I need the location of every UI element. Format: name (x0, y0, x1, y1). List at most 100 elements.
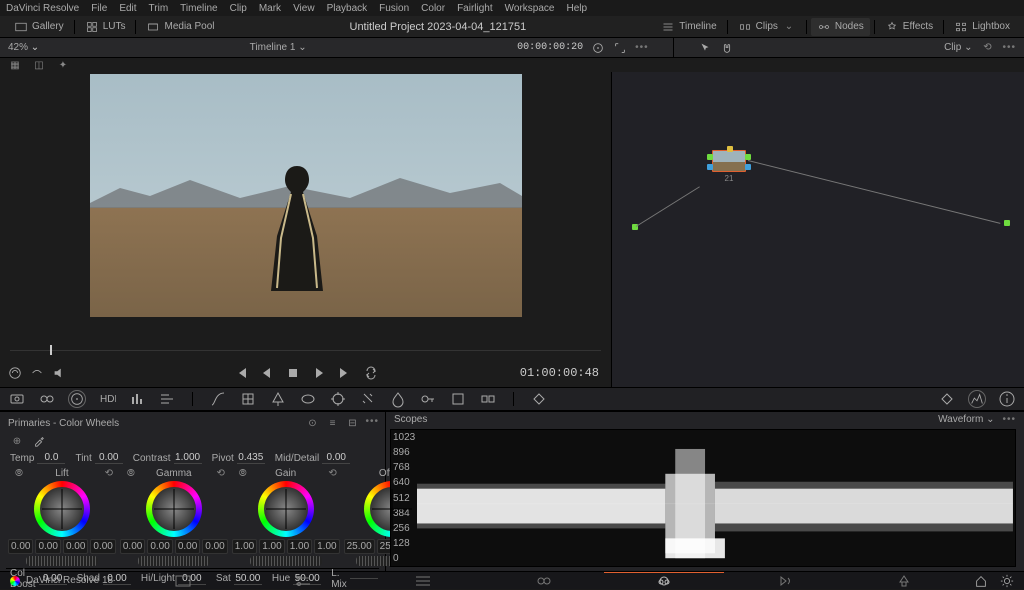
menu-item[interactable]: Workspace (505, 3, 555, 14)
node-output[interactable] (1004, 220, 1010, 226)
playhead-timecode[interactable]: 01:00:00:48 (520, 366, 599, 380)
gallery-button[interactable]: Gallery (8, 18, 70, 36)
timeline-name-dropdown[interactable]: Timeline 1 ⌄ (250, 42, 307, 53)
scopes-panel-icon[interactable] (968, 390, 986, 408)
key-icon[interactable] (419, 390, 437, 408)
pivot-value[interactable]: 0.435 (237, 452, 265, 464)
lift-values[interactable]: 0.000.000.000.00 (8, 539, 116, 554)
clips-button[interactable]: Clips ⌄ (732, 18, 802, 36)
timeline-button[interactable]: Timeline (655, 18, 722, 36)
rgb-mixer-icon[interactable] (128, 390, 146, 408)
zoom-dropdown[interactable]: 42% ⌄ (8, 42, 39, 53)
fusion-page-tab[interactable] (483, 572, 603, 589)
play-button[interactable] (311, 365, 327, 381)
keyframes-icon[interactable] (530, 390, 548, 408)
menu-item[interactable]: Fairlight (457, 3, 493, 14)
next-clip-button[interactable] (337, 365, 353, 381)
sizing-icon[interactable] (449, 390, 467, 408)
reset-icon[interactable]: ⟲ (980, 41, 994, 55)
bypass-icon[interactable] (8, 366, 22, 380)
color-match-icon[interactable] (38, 390, 56, 408)
menu-item[interactable]: DaVinci Resolve (6, 3, 79, 14)
temp-value[interactable]: 0.0 (37, 452, 65, 464)
curves-icon[interactable] (209, 390, 227, 408)
bars-mode-icon[interactable]: ≡ (325, 416, 339, 430)
home-icon[interactable] (974, 574, 988, 588)
node-thumbnail[interactable] (712, 150, 746, 172)
wheels-mode-icon[interactable]: ⊙ (305, 416, 319, 430)
menu-item[interactable]: Playback (327, 3, 368, 14)
menu-item[interactable]: Timeline (180, 3, 217, 14)
blur-icon[interactable] (389, 390, 407, 408)
gain-jog[interactable] (250, 556, 322, 566)
viewer-options-icon[interactable]: ••• (635, 42, 649, 53)
node-in-dot-alpha[interactable] (707, 164, 713, 170)
picker-icon[interactable]: ⦾ (236, 467, 250, 481)
info-icon[interactable] (998, 390, 1016, 408)
fairlight-page-tab[interactable] (724, 572, 844, 589)
reset-icon[interactable]: ⟲ (326, 467, 340, 481)
node-key-dot[interactable] (727, 146, 733, 152)
menu-item[interactable]: Edit (119, 3, 136, 14)
menu-item[interactable]: Color (421, 3, 445, 14)
picker-icon[interactable] (32, 434, 46, 448)
header-timecode[interactable]: 00:00:00:20 (517, 42, 583, 53)
qualifier-icon[interactable] (269, 390, 287, 408)
primaries-options-icon[interactable]: ••• (365, 416, 379, 430)
magic-mask-icon[interactable] (359, 390, 377, 408)
nodes-button[interactable]: Nodes (811, 18, 870, 36)
lightbox-button[interactable]: Lightbox (948, 18, 1016, 36)
node-in-dot[interactable] (707, 154, 713, 160)
warper-icon[interactable] (239, 390, 257, 408)
gain-values[interactable]: 1.001.001.001.00 (232, 539, 340, 554)
motion-effects-icon[interactable] (158, 390, 176, 408)
gain-color-wheel[interactable] (258, 481, 314, 537)
viewer-scrubber[interactable] (0, 341, 611, 359)
lift-jog[interactable] (26, 556, 98, 566)
keyframe-panel-icon[interactable] (938, 390, 956, 408)
stop-button[interactable] (285, 365, 301, 381)
media-page-tab[interactable] (123, 572, 243, 589)
mediapool-button[interactable]: Media Pool (140, 18, 220, 36)
loop-button[interactable] (363, 365, 379, 381)
mute-icon[interactable] (52, 366, 66, 380)
reset-icon[interactable]: ⟲ (214, 467, 228, 481)
settings-icon[interactable] (1000, 574, 1014, 588)
menu-item[interactable]: Fusion (379, 3, 409, 14)
unmix-icon[interactable] (30, 366, 44, 380)
nodes-options-icon[interactable]: ••• (1002, 42, 1016, 53)
tint-value[interactable]: 0.00 (95, 452, 123, 464)
color-page-tab[interactable] (604, 572, 724, 589)
gamma-values[interactable]: 0.000.000.000.00 (120, 539, 228, 554)
highlight-icon[interactable]: ✦ (56, 58, 70, 72)
camera-raw-icon[interactable] (8, 390, 26, 408)
lift-color-wheel[interactable] (34, 481, 90, 537)
picker-icon[interactable]: ⦾ (124, 467, 138, 481)
reverse-button[interactable] (259, 365, 275, 381)
picker-icon[interactable]: ⦾ (12, 467, 26, 481)
scope-display[interactable]: 10238967686405123842561280 (390, 429, 1016, 567)
edit-page-tab[interactable] (363, 572, 483, 589)
luts-button[interactable]: LUTs (79, 18, 132, 36)
stereo-icon[interactable] (479, 390, 497, 408)
reset-icon[interactable]: ⟲ (102, 467, 116, 481)
color-wheels-icon[interactable] (68, 390, 86, 408)
window-icon[interactable] (299, 390, 317, 408)
viewer-canvas[interactable] (0, 72, 611, 341)
effects-button[interactable]: Effects (879, 18, 939, 36)
hand-icon[interactable] (720, 41, 734, 55)
menu-item[interactable]: Help (566, 3, 587, 14)
scope-mode-dropdown[interactable]: Waveform ⌄ (938, 414, 994, 425)
expand-icon[interactable] (613, 41, 627, 55)
tracking-icon[interactable] (329, 390, 347, 408)
menu-item[interactable]: File (91, 3, 107, 14)
split-icon[interactable]: ◫ (32, 58, 46, 72)
middetail-value[interactable]: 0.00 (322, 452, 350, 464)
contrast-value[interactable]: 1.000 (174, 452, 202, 464)
scopes-options-icon[interactable]: ••• (1002, 414, 1016, 425)
menu-item[interactable]: Clip (230, 3, 247, 14)
gamma-color-wheel[interactable] (146, 481, 202, 537)
menu-item[interactable]: View (293, 3, 315, 14)
image-wipe-icon[interactable]: ▦ (8, 58, 22, 72)
nodes-panel[interactable] (612, 72, 1024, 387)
